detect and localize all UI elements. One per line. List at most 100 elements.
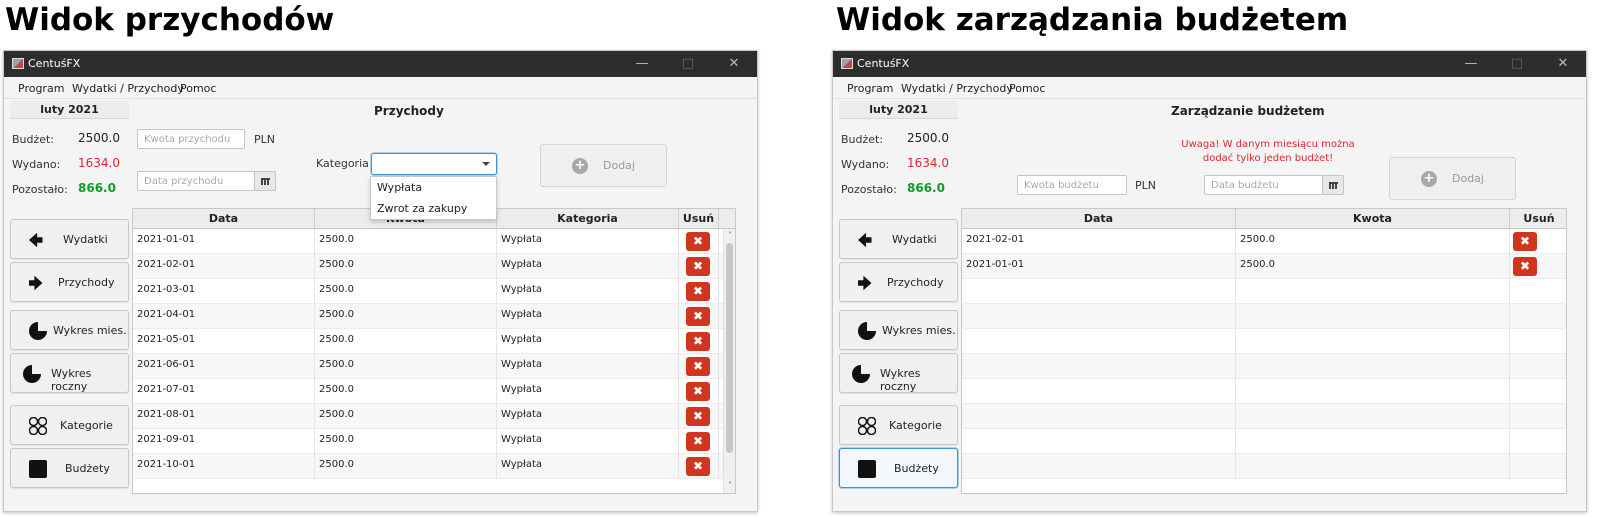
close-icon[interactable]: ✕ — [1540, 51, 1586, 77]
maximize-icon[interactable]: □ — [1494, 51, 1540, 77]
add-button[interactable]: + Dodaj — [540, 144, 667, 187]
empty-table-row — [962, 429, 1566, 454]
table-row[interactable]: 2021-02-01 2500.0 Wypłata ✖ — [133, 254, 723, 279]
date-picker-button[interactable] — [254, 171, 276, 191]
sidebar-item-monthly-chart[interactable]: Wykres mies. — [839, 310, 958, 350]
close-icon[interactable]: ✕ — [711, 51, 757, 77]
app-icon — [841, 58, 853, 69]
currency-label: PLN — [1135, 179, 1156, 192]
table-row[interactable]: 2021-01-01 2500.0 Wypłata ✖ — [133, 229, 723, 254]
table-row[interactable]: 2021-07-01 2500.0 Wypłata ✖ — [133, 379, 723, 404]
menu-program[interactable]: Program — [18, 82, 64, 95]
income-date-input[interactable] — [137, 171, 255, 191]
date-cell — [962, 354, 1236, 379]
amount-cell: 2500.0 — [315, 454, 497, 479]
table-row[interactable]: 2021-05-01 2500.0 Wypłata ✖ — [133, 329, 723, 354]
column-header[interactable]: Kategoria — [497, 209, 679, 229]
sign-out-icon — [29, 232, 43, 248]
scroll-up-icon[interactable]: ˄ — [724, 231, 735, 240]
menu-expenses-income[interactable]: Wydatki / Przychody — [72, 82, 184, 95]
delete-button[interactable]: ✖ — [686, 357, 710, 376]
add-button[interactable]: + Dodaj — [1389, 157, 1516, 200]
date-cell: 2021-01-01 — [133, 229, 315, 254]
delete-button[interactable]: ✖ — [686, 407, 710, 426]
amount-cell: 2500.0 — [1236, 254, 1510, 279]
delete-button[interactable]: ✖ — [1513, 232, 1537, 251]
amount-cell: 2500.0 — [315, 254, 497, 279]
table-row[interactable]: 2021-08-01 2500.0 Wypłata ✖ — [133, 404, 723, 429]
category-cell: Wypłata — [497, 304, 679, 329]
delete-button[interactable]: ✖ — [686, 307, 710, 326]
column-header[interactable]: Kwota — [1236, 209, 1510, 229]
delete-cell — [1510, 379, 1566, 404]
budget-amount-input[interactable] — [1017, 175, 1127, 195]
dropdown-option[interactable]: Zwrot za zakupy — [371, 198, 496, 219]
delete-button[interactable]: ✖ — [686, 382, 710, 401]
category-cell: Wypłata — [497, 429, 679, 454]
budget-date-input[interactable] — [1204, 175, 1324, 195]
sidebar-item-budgets[interactable]: Budżety — [839, 448, 958, 488]
minimize-icon[interactable]: — — [619, 51, 665, 77]
amount-cell — [1236, 379, 1510, 404]
sidebar-item-yearly-chart[interactable]: Wykres roczny — [10, 353, 129, 393]
amount-cell — [1236, 354, 1510, 379]
table-row[interactable]: 2021-01-01 2500.0 ✖ — [962, 254, 1566, 279]
date-cell: 2021-05-01 — [133, 329, 315, 354]
sidebar-item-label: Przychody — [58, 276, 115, 289]
dropdown-option[interactable]: Wypłata — [371, 177, 496, 198]
category-cell: Wypłata — [497, 379, 679, 404]
date-cell: 2021-09-01 — [133, 429, 315, 454]
scrollbar[interactable]: ˄ ˅ — [723, 229, 735, 493]
view-title: Zarządzanie budżetem — [1171, 104, 1325, 118]
pie-chart-icon — [29, 322, 47, 340]
sidebar-item-budgets[interactable]: Budżety — [10, 448, 129, 488]
minimize-icon[interactable]: — — [1448, 51, 1494, 77]
delete-button[interactable]: ✖ — [686, 432, 710, 451]
current-month: luty 2021 — [10, 101, 129, 119]
delete-button[interactable]: ✖ — [1513, 257, 1537, 276]
income-amount-input[interactable] — [137, 129, 245, 149]
delete-cell — [1510, 429, 1566, 454]
table-row[interactable]: 2021-10-01 2500.0 Wypłata ✖ — [133, 454, 723, 479]
menu-help[interactable]: Pomoc — [1009, 82, 1045, 95]
table-row[interactable]: 2021-06-01 2500.0 Wypłata ✖ — [133, 354, 723, 379]
category-cell: Wypłata — [497, 254, 679, 279]
delete-button[interactable]: ✖ — [686, 282, 710, 301]
sidebar-item-label: Przychody — [887, 276, 944, 289]
sidebar-item-monthly-chart[interactable]: Wykres mies. — [10, 310, 129, 350]
category-combobox[interactable] — [371, 153, 497, 175]
column-header[interactable]: Usuń — [679, 209, 719, 229]
delete-button[interactable]: ✖ — [686, 257, 710, 276]
sidebar-item-income[interactable]: Przychody — [839, 262, 958, 302]
menu-help[interactable]: Pomoc — [180, 82, 216, 95]
table-row[interactable]: 2021-09-01 2500.0 Wypłata ✖ — [133, 429, 723, 454]
sidebar-item-income[interactable]: Przychody — [10, 262, 129, 302]
amount-cell — [1236, 454, 1510, 479]
budget-value: 2500.0 — [907, 131, 949, 145]
menu-expenses-income[interactable]: Wydatki / Przychody — [901, 82, 1013, 95]
category-cell: Wypłata — [497, 279, 679, 304]
amount-cell: 2500.0 — [1236, 229, 1510, 254]
column-header[interactable]: Usuń — [1510, 209, 1566, 229]
sidebar-item-expenses[interactable]: Wydatki — [10, 219, 129, 259]
column-header[interactable]: Data — [962, 209, 1236, 229]
sidebar-item-categories[interactable]: Kategorie — [10, 405, 129, 445]
date-cell — [962, 379, 1236, 404]
menu-program[interactable]: Program — [847, 82, 893, 95]
column-header[interactable]: Data — [133, 209, 315, 229]
delete-button[interactable]: ✖ — [686, 232, 710, 251]
table-row[interactable]: 2021-02-01 2500.0 ✖ — [962, 229, 1566, 254]
scrollbar-thumb[interactable] — [726, 243, 733, 453]
warning-line: dodać tylko jeden budżet! — [1202, 153, 1334, 164]
table-row[interactable]: 2021-03-01 2500.0 Wypłata ✖ — [133, 279, 723, 304]
date-picker-button[interactable] — [1322, 175, 1344, 195]
sidebar-item-categories[interactable]: Kategorie — [839, 405, 958, 445]
delete-button[interactable]: ✖ — [686, 457, 710, 476]
scroll-down-icon[interactable]: ˅ — [724, 481, 735, 490]
sidebar-item-expenses[interactable]: Wydatki — [839, 219, 958, 259]
delete-button[interactable]: ✖ — [686, 332, 710, 351]
table-row[interactable]: 2021-04-01 2500.0 Wypłata ✖ — [133, 304, 723, 329]
maximize-icon[interactable]: □ — [665, 51, 711, 77]
date-cell: 2021-03-01 — [133, 279, 315, 304]
sidebar-item-yearly-chart[interactable]: Wykres roczny — [839, 353, 958, 393]
